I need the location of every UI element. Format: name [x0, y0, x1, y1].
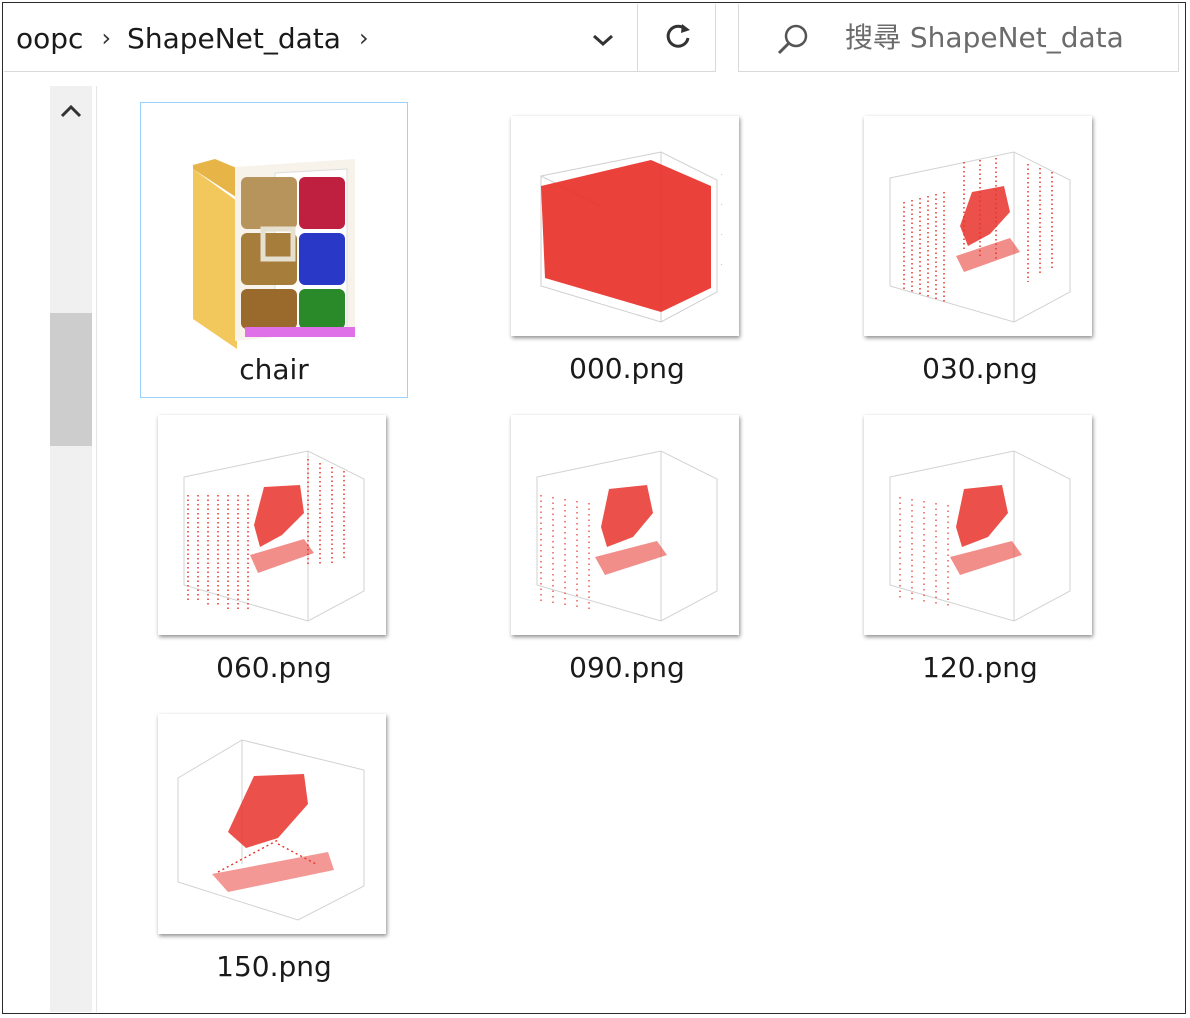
- search-input[interactable]: 搜尋 ShapeNet_data: [845, 16, 1124, 56]
- search-icon: [777, 24, 808, 55]
- search-box[interactable]: 搜尋 ShapeNet_data: [738, 4, 1179, 72]
- scrollbar-thumb[interactable]: [50, 313, 92, 446]
- file-name-label: 150.png: [216, 950, 332, 983]
- image-thumbnail: · · · ·: [511, 116, 739, 336]
- file-name-label: 060.png: [216, 651, 332, 684]
- vertical-scrollbar[interactable]: [50, 86, 92, 1012]
- address-dropdown-button[interactable]: [586, 20, 620, 60]
- svg-text:·: ·: [721, 202, 723, 208]
- file-item-image[interactable]: 060.png: [140, 401, 408, 697]
- refresh-button[interactable]: [650, 16, 706, 56]
- file-item-folder[interactable]: chair: [140, 102, 408, 398]
- address-bar[interactable]: oopc › ShapeNet_data ›: [4, 4, 716, 72]
- file-name-label: 030.png: [922, 352, 1038, 385]
- file-name-label: chair: [239, 353, 309, 386]
- image-thumbnail: [158, 714, 386, 934]
- refresh-icon: [666, 24, 690, 48]
- winrar-folder-icon: [193, 159, 355, 349]
- scroll-up-button[interactable]: [50, 86, 92, 136]
- file-item-image[interactable]: 150.png: [140, 700, 408, 996]
- chevron-down-icon: [593, 34, 613, 47]
- breadcrumb-item-oopc[interactable]: oopc: [16, 22, 83, 55]
- chevron-right-icon[interactable]: ›: [101, 24, 111, 52]
- file-item-image[interactable]: 120.png: [846, 401, 1114, 697]
- file-item-image[interactable]: · · · · 000.png: [493, 102, 761, 398]
- chevron-right-icon[interactable]: ›: [359, 24, 369, 52]
- svg-text:·: ·: [721, 232, 723, 238]
- image-thumbnail: [864, 116, 1092, 336]
- svg-text:·: ·: [721, 172, 723, 178]
- image-thumbnail: [511, 415, 739, 635]
- image-thumbnail: [158, 415, 386, 635]
- file-item-image[interactable]: 090.png: [493, 401, 761, 697]
- chevron-up-icon: [60, 104, 82, 118]
- svg-text:·: ·: [721, 262, 723, 268]
- breadcrumb: oopc › ShapeNet_data ›: [16, 18, 385, 58]
- file-item-image[interactable]: 030.png: [846, 102, 1114, 398]
- address-divider: [637, 4, 638, 72]
- pane-divider: [96, 86, 97, 1012]
- breadcrumb-item-shapenet[interactable]: ShapeNet_data: [127, 22, 341, 55]
- file-name-label: 090.png: [569, 651, 685, 684]
- image-thumbnail: [864, 415, 1092, 635]
- file-name-label: 120.png: [922, 651, 1038, 684]
- file-name-label: 000.png: [569, 352, 685, 385]
